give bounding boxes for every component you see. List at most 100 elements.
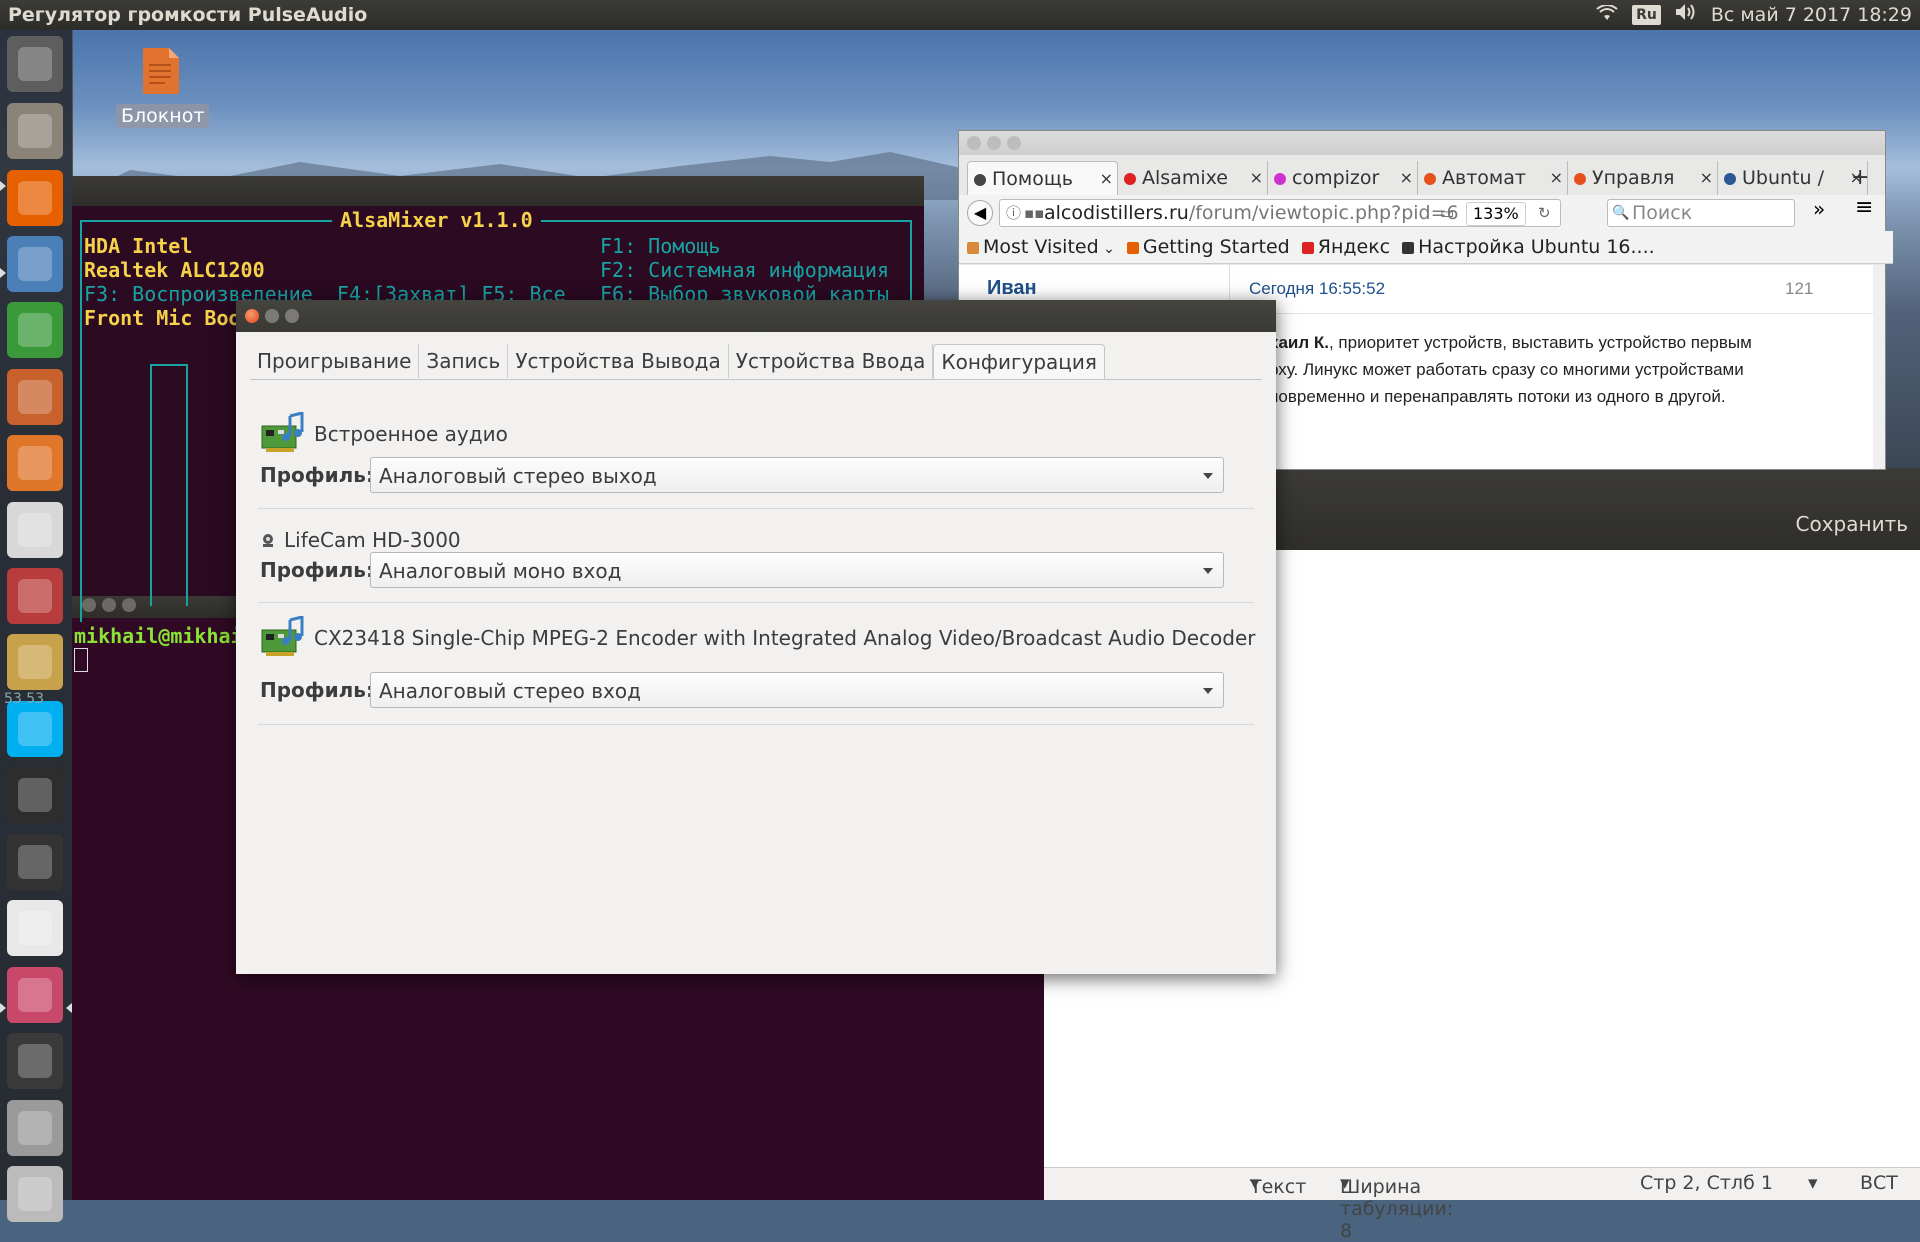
profile-dropdown[interactable]: Аналоговый стерео выход bbox=[370, 457, 1224, 493]
disk-icon[interactable] bbox=[7, 1100, 63, 1156]
text-editor-icon[interactable] bbox=[7, 900, 63, 956]
permissions-icon[interactable]: ▪▪ bbox=[1024, 200, 1044, 226]
minimize-icon[interactable] bbox=[265, 309, 279, 323]
close-tab-icon[interactable]: × bbox=[1100, 162, 1113, 196]
alsamixer-sysinfo: F2: Системная информация bbox=[600, 258, 889, 282]
software-center-icon[interactable] bbox=[7, 435, 63, 491]
launcher-badge: 53 53 bbox=[4, 691, 45, 707]
save-icon[interactable] bbox=[7, 1033, 63, 1089]
tab-output-devices[interactable]: Устройства Вывода bbox=[508, 344, 729, 378]
alsamixer-volume-meter[interactable] bbox=[150, 364, 188, 606]
back-button[interactable]: ◀ bbox=[967, 200, 993, 226]
close-tab-icon[interactable]: × bbox=[1250, 161, 1263, 195]
close-tab-icon[interactable]: × bbox=[1700, 161, 1713, 195]
save-button[interactable]: Сохранить bbox=[1796, 512, 1909, 536]
disk-glyph bbox=[18, 1111, 52, 1145]
reader-view-icon[interactable]: ▭ bbox=[1440, 200, 1454, 226]
favicon-icon bbox=[1724, 172, 1736, 185]
keyboard-layout-indicator[interactable]: Ru bbox=[1632, 5, 1661, 25]
tab-recording[interactable]: Запись bbox=[419, 344, 509, 378]
files-icon[interactable] bbox=[7, 103, 63, 159]
post-time[interactable]: Сегодня 16:55:52 bbox=[1249, 279, 1385, 299]
terminal-icon[interactable] bbox=[7, 767, 63, 823]
amazon-icon[interactable] bbox=[7, 502, 63, 558]
alsamixer-titlebar[interactable] bbox=[72, 176, 924, 206]
search-icon: 🔍 bbox=[1612, 205, 1630, 221]
zoom-indicator[interactable]: 133% bbox=[1466, 202, 1526, 226]
volume-control-icon[interactable] bbox=[7, 967, 63, 1023]
bookmark-item[interactable]: Most Visited ⌄ bbox=[967, 231, 1115, 263]
cursor-position[interactable]: Стр 2, Стлб 1 bbox=[1640, 1172, 1773, 1194]
overflow-chevron-icon[interactable]: » bbox=[1813, 197, 1825, 221]
post-number[interactable]: 121 bbox=[1785, 279, 1813, 299]
bookmark-icon bbox=[1126, 241, 1139, 254]
bookmark-icon bbox=[1301, 241, 1314, 254]
tab-input-devices[interactable]: Устройства Ввода bbox=[729, 344, 934, 378]
new-tab-button[interactable]: + bbox=[1851, 161, 1869, 195]
volume-icon[interactable] bbox=[1675, 0, 1697, 30]
browser-tab[interactable]: compizor × bbox=[1268, 161, 1418, 195]
presentation-icon[interactable] bbox=[7, 369, 63, 425]
bookmark-item[interactable]: Getting Started bbox=[1126, 231, 1290, 263]
sound-card-icon bbox=[261, 412, 304, 452]
image-viewer-icon[interactable] bbox=[7, 236, 63, 292]
tab-width-selector[interactable]: Ширина табуляции: 8 ▾ bbox=[1340, 1172, 1453, 1242]
browser-tab[interactable]: Alsamixe × bbox=[1118, 161, 1268, 195]
bookmark-item[interactable]: Настройка Ubuntu 16.... bbox=[1402, 231, 1655, 263]
firefox-glyph bbox=[18, 181, 52, 215]
url-bar[interactable]: ⓘ ▪▪ alcodistillers.ru/forum/viewtopic.p… bbox=[999, 199, 1561, 227]
position-dropdown-arrow[interactable]: ▾ bbox=[1808, 1172, 1818, 1194]
bookmark-icon bbox=[967, 241, 979, 254]
tab-label: compizor bbox=[1292, 167, 1380, 189]
search-box[interactable]: 🔍 Поиск bbox=[1607, 199, 1795, 227]
profile-dropdown[interactable]: Аналоговый моно вход bbox=[370, 552, 1224, 588]
chevron-down-icon bbox=[1203, 473, 1213, 479]
wifi-icon[interactable] bbox=[1596, 0, 1618, 30]
skype-icon[interactable] bbox=[7, 701, 63, 757]
profile-label: Профиль: bbox=[260, 678, 374, 702]
clock[interactable]: Вс май 7 2017 18:29 bbox=[1711, 0, 1912, 30]
sound-card-header: CX23418 Single-Chip MPEG-2 Encoder with … bbox=[260, 616, 1256, 660]
close-icon[interactable] bbox=[245, 309, 259, 323]
browser-tab[interactable]: Управля × bbox=[1568, 161, 1718, 195]
webcam-icon bbox=[263, 534, 273, 547]
browser-tab[interactable]: Помощь × bbox=[967, 161, 1118, 196]
profile-dropdown[interactable]: Аналоговый стерео вход bbox=[370, 672, 1224, 708]
bookmark-item[interactable]: Яндекс bbox=[1301, 231, 1390, 263]
post-line: хаил К., приоритет устройств, выставить … bbox=[1269, 329, 1752, 356]
close-icon[interactable] bbox=[967, 136, 981, 150]
syntax-selector[interactable]: Текст ▾ bbox=[1250, 1172, 1306, 1198]
archive-manager-icon[interactable] bbox=[7, 634, 63, 690]
minimize-icon[interactable] bbox=[987, 136, 1001, 150]
close-tab-icon[interactable]: × bbox=[1550, 161, 1563, 195]
volume-control-window[interactable]: Проигрывание Запись Устройства Вывода Устро… bbox=[236, 300, 1276, 974]
bookmarks-toolbar: Most Visited ⌄ Getting Started Яндекс Настр… bbox=[959, 231, 1893, 264]
video-editor-icon[interactable] bbox=[7, 834, 63, 890]
spreadsheet-icon[interactable] bbox=[7, 302, 63, 358]
maximize-icon[interactable] bbox=[1007, 136, 1021, 150]
close-tab-icon[interactable]: × bbox=[1400, 161, 1413, 195]
firefox-icon[interactable] bbox=[7, 170, 63, 226]
volume-control-titlebar[interactable] bbox=[236, 300, 1276, 332]
running-indicator bbox=[0, 1003, 6, 1013]
tab-playback[interactable]: Проигрывание bbox=[250, 344, 420, 378]
site-info-icon[interactable]: ⓘ bbox=[1006, 200, 1021, 226]
desktop-icon-notepad[interactable]: Блокнот bbox=[116, 46, 210, 128]
scrollbar[interactable] bbox=[1873, 265, 1885, 469]
browser-titlebar[interactable] bbox=[959, 131, 1885, 155]
browser-tab[interactable]: Ubuntu / × bbox=[1718, 161, 1868, 195]
menu-icon[interactable]: ≡ bbox=[1855, 195, 1873, 220]
browser-tab[interactable]: Автомат × bbox=[1418, 161, 1568, 195]
dash-icon[interactable] bbox=[7, 36, 63, 92]
maximize-icon[interactable] bbox=[285, 309, 299, 323]
trash-glyph bbox=[18, 1177, 52, 1211]
tab-configuration[interactable]: Конфигурация bbox=[933, 344, 1105, 379]
system-settings-icon[interactable] bbox=[7, 568, 63, 624]
trash-icon[interactable] bbox=[7, 1166, 63, 1222]
post-text: рху. Линукс может работать сразу со мног… bbox=[1269, 360, 1744, 379]
card-separator bbox=[258, 508, 1254, 509]
alsamixer-chip: Realtek ALC1200 bbox=[84, 258, 265, 282]
reload-icon[interactable]: ↻ bbox=[1538, 200, 1551, 226]
tab-label: Управля bbox=[1592, 167, 1675, 189]
active-window-title: Регулятор громкости PulseAudio bbox=[8, 4, 368, 26]
